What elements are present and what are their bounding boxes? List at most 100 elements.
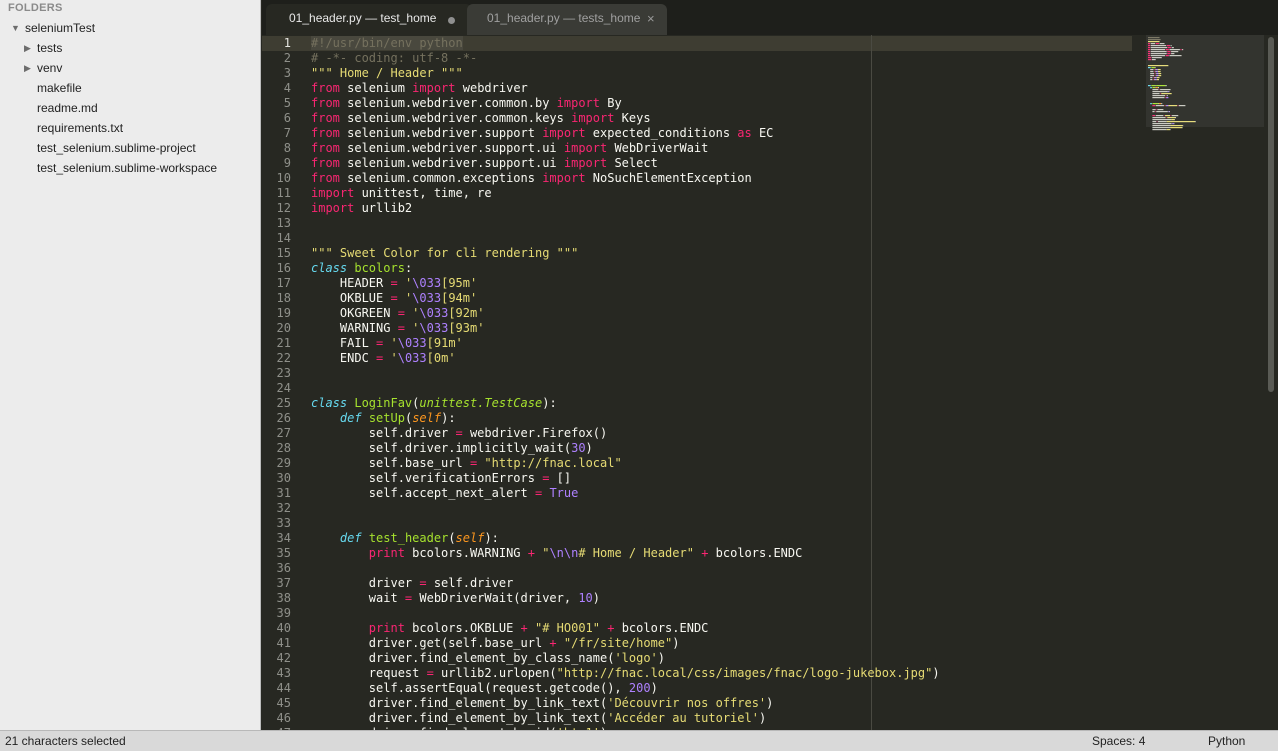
sidebar-item-tests[interactable]: ▶ tests bbox=[0, 38, 261, 58]
code-line[interactable]: OKGREEN = '\033[92m' bbox=[311, 306, 485, 321]
code-token: ) bbox=[758, 711, 767, 725]
code-token: + bbox=[549, 636, 557, 650]
code-token: "http://fnac.local/css/images/fnac/logo-… bbox=[556, 666, 933, 680]
code-line[interactable]: import unittest, time, re bbox=[311, 186, 492, 201]
code-line[interactable]: print bcolors.OKBLUE + "# HO001" + bcolo… bbox=[311, 621, 709, 636]
code-token: request bbox=[311, 666, 427, 680]
code-token: ): bbox=[484, 531, 499, 545]
code-token: bcolors.ENDC bbox=[708, 546, 803, 560]
code-line[interactable]: self.driver = webdriver.Firefox() bbox=[311, 426, 607, 441]
line-number: 28 bbox=[276, 441, 291, 455]
code-token: True bbox=[549, 486, 579, 500]
indentation-setting[interactable]: Spaces: 4 bbox=[1092, 734, 1145, 748]
line-number: 35 bbox=[276, 546, 291, 560]
sidebar-item-requirements[interactable]: requirements.txt bbox=[0, 118, 261, 138]
sidebar-item-sublime-project[interactable]: test_selenium.sublime-project bbox=[0, 138, 261, 158]
minimap-viewport[interactable] bbox=[1146, 35, 1264, 127]
code-token: self.verificationErrors bbox=[311, 471, 543, 485]
code-token: = bbox=[397, 321, 405, 335]
line-number: 29 bbox=[276, 456, 291, 470]
code-line[interactable]: class LoginFav(unittest.TestCase): bbox=[311, 396, 557, 411]
tab-label: 01_header.py — tests_home bbox=[487, 11, 641, 25]
code-token: import bbox=[556, 96, 601, 110]
sidebar-item-makefile[interactable]: makefile bbox=[0, 78, 261, 98]
code-token: self bbox=[412, 411, 442, 425]
code-line[interactable]: OKBLUE = '\033[94m' bbox=[311, 291, 477, 306]
code-editor[interactable]: 1 2 3 4 5 6 7 8 9 10 11 12 13 14 15 16 17 18 19 20 21 22 23 24 2… bbox=[262, 35, 1278, 730]
syntax-selector[interactable]: Python bbox=[1208, 734, 1245, 748]
code-line[interactable]: WARNING = '\033[93m' bbox=[311, 321, 485, 336]
sidebar-root-folder[interactable]: ▼ seleniumTest bbox=[0, 18, 261, 38]
code-line[interactable]: """ Sweet Color for cli rendering """ bbox=[311, 246, 578, 261]
code-line[interactable]: print bcolors.WARNING + "\n\n# Home / He… bbox=[311, 546, 803, 561]
line-number: 17 bbox=[276, 276, 291, 290]
minimap-token bbox=[1170, 129, 1171, 131]
code-line[interactable]: from selenium.webdriver.common.by import… bbox=[311, 96, 622, 111]
code-line[interactable]: self.assertEqual(request.getcode(), 200) bbox=[311, 681, 658, 696]
code-line[interactable]: # -*- coding: utf-8 -*- bbox=[311, 51, 477, 66]
code-token: ) bbox=[657, 651, 666, 665]
code-line[interactable]: from selenium.webdriver.support.ui impor… bbox=[311, 156, 658, 171]
code-line[interactable]: request = urllib2.urlopen("http://fnac.l… bbox=[311, 666, 940, 681]
code-line[interactable]: self.accept_next_alert = True bbox=[311, 486, 579, 501]
sidebar-item-label: test_selenium.sublime-workspace bbox=[37, 161, 218, 175]
code-token: FAIL bbox=[311, 336, 377, 350]
code-line[interactable]: import urllib2 bbox=[311, 201, 412, 216]
close-icon[interactable]: × bbox=[647, 4, 655, 33]
code-line[interactable]: wait = WebDriverWait(driver, 10) bbox=[311, 591, 600, 606]
code-line[interactable]: driver = self.driver bbox=[311, 576, 514, 591]
code-token: [93m' bbox=[448, 321, 485, 335]
code-token: \033 bbox=[412, 291, 442, 305]
code-token: [95m' bbox=[441, 276, 478, 290]
scrollbar-thumb[interactable] bbox=[1268, 37, 1274, 392]
code-line[interactable]: self.base_url = "http://fnac.local" bbox=[311, 456, 622, 471]
dot-icon[interactable] bbox=[448, 17, 455, 24]
sidebar-item-venv[interactable]: ▶ venv bbox=[0, 58, 261, 78]
code-line[interactable]: from selenium import webdriver bbox=[311, 81, 528, 96]
sidebar-item-readme[interactable]: readme.md bbox=[0, 98, 261, 118]
code-token: [94m' bbox=[441, 291, 478, 305]
vertical-scrollbar[interactable] bbox=[1268, 35, 1276, 730]
code-line[interactable]: FAIL = '\033[91m' bbox=[311, 336, 463, 351]
code-token: = bbox=[419, 576, 427, 590]
code-token: driver.find_element_by_link_text( bbox=[311, 696, 608, 710]
code-line[interactable]: def setUp(self): bbox=[311, 411, 456, 426]
code-token: Keys bbox=[614, 111, 651, 125]
code-line[interactable]: from selenium.common.exceptions import N… bbox=[311, 171, 752, 186]
code-line[interactable]: self.driver.implicitly_wait(30) bbox=[311, 441, 593, 456]
code-token: "# HO001" bbox=[534, 621, 601, 635]
code-token: driver.find_element_by_class_name( bbox=[311, 651, 615, 665]
code-line[interactable]: driver.find_element_by_link_text('Accéde… bbox=[311, 711, 766, 726]
tab-01-header-test-home[interactable]: 01_header.py — test_home bbox=[266, 4, 472, 35]
code-token: "/fr/site/home" bbox=[563, 636, 673, 650]
code-token: self.base_url bbox=[311, 456, 470, 470]
code-line[interactable]: def test_header(self): bbox=[311, 531, 499, 546]
line-number: 20 bbox=[276, 321, 291, 335]
code-line[interactable]: driver.find_element_by_link_text('Découv… bbox=[311, 696, 774, 711]
sidebar-item-sublime-workspace[interactable]: test_selenium.sublime-workspace bbox=[0, 158, 261, 178]
code-line[interactable]: from selenium.webdriver.support import e… bbox=[311, 126, 773, 141]
line-number: 23 bbox=[276, 366, 291, 380]
folders-header: FOLDERS bbox=[8, 2, 63, 14]
code-token: [91m' bbox=[426, 336, 463, 350]
code-line[interactable]: """ Home / Header """ bbox=[311, 66, 463, 81]
code-line[interactable]: class bcolors: bbox=[311, 261, 412, 276]
code-line[interactable]: HEADER = '\033[95m' bbox=[311, 276, 477, 291]
code-line[interactable]: from selenium.webdriver.support.ui impor… bbox=[311, 141, 708, 156]
code-line[interactable]: driver.find_element_by_class_name('logo'… bbox=[311, 651, 665, 666]
line-number: 18 bbox=[276, 291, 291, 305]
code-line[interactable]: ENDC = '\033[0m' bbox=[311, 351, 456, 366]
code-line[interactable]: from selenium.webdriver.common.keys impo… bbox=[311, 111, 651, 126]
tab-01-header-tests-home[interactable]: 01_header.py — tests_home × bbox=[467, 4, 667, 35]
code-line[interactable]: driver.get(self.base_url + "/fr/site/hom… bbox=[311, 636, 680, 651]
minimap-token bbox=[1182, 127, 1183, 129]
code-line[interactable]: #!/usr/bin/env python bbox=[311, 36, 463, 51]
code-token: from bbox=[311, 141, 340, 155]
code-line[interactable]: self.verificationErrors = [] bbox=[311, 471, 571, 486]
code-token: unittest, time, re bbox=[354, 186, 492, 200]
code-token: import bbox=[563, 156, 608, 170]
code-token: NoSuchElementException bbox=[585, 171, 752, 185]
